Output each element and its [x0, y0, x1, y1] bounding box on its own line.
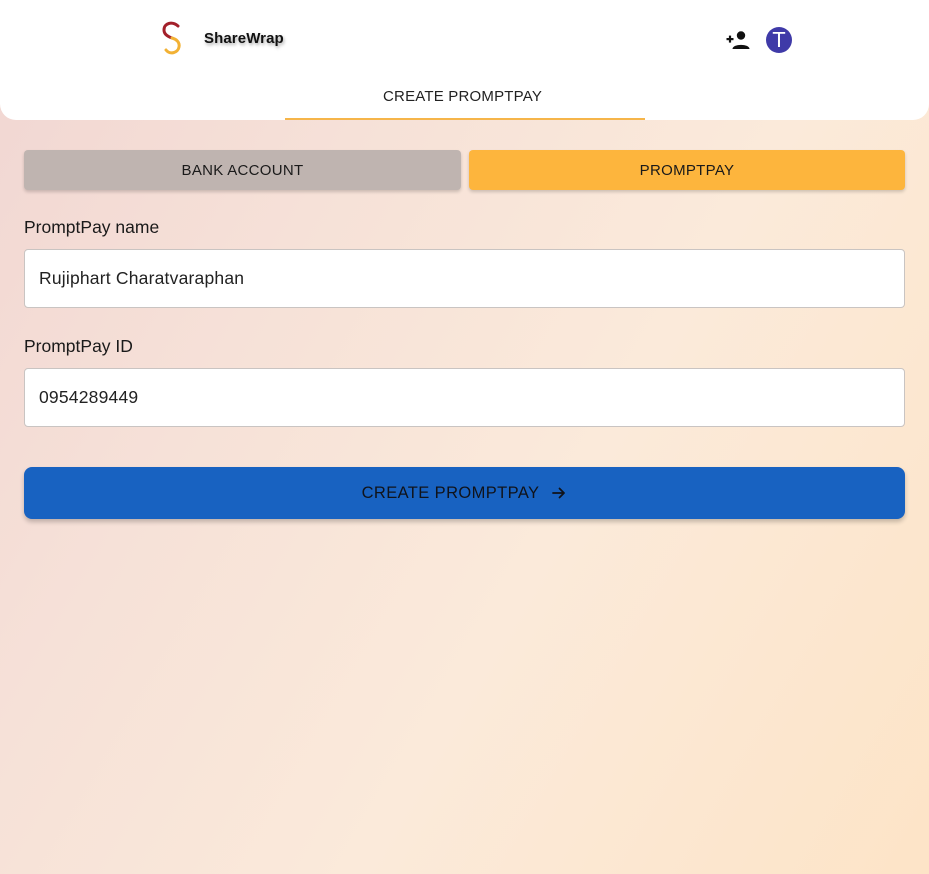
- create-promptpay-label: CREATE PROMPTPAY: [361, 483, 540, 502]
- promptpay-name-input[interactable]: [39, 268, 904, 289]
- brand-name: ShareWrap: [204, 29, 284, 47]
- promptpay-id-input[interactable]: [39, 387, 904, 408]
- app-header: ShareWrap T CREATE PROMPTPAY: [0, 0, 929, 120]
- brand[interactable]: ShareWrap: [158, 18, 284, 58]
- person-add-icon: [726, 31, 750, 49]
- promptpay-button[interactable]: PROMPTPAY: [469, 150, 905, 190]
- promptpay-name-label: PromptPay name: [24, 217, 160, 237]
- arrow-right-icon: [552, 487, 566, 499]
- tab-create-promptpay[interactable]: CREATE PROMPTPAY: [285, 74, 645, 120]
- promptpay-name-field-box: [24, 249, 905, 308]
- create-promptpay-button[interactable]: CREATE PROMPTPAY: [24, 467, 905, 519]
- promptpay-id-label: PromptPay ID: [24, 336, 133, 356]
- promptpay-id-field-box: [24, 368, 905, 427]
- sharewrap-logo-icon: [162, 21, 181, 55]
- header-actions: T: [724, 27, 792, 53]
- add-user-button[interactable]: [724, 27, 752, 53]
- bank-account-button[interactable]: BANK ACCOUNT: [24, 150, 461, 190]
- avatar[interactable]: T: [766, 27, 792, 53]
